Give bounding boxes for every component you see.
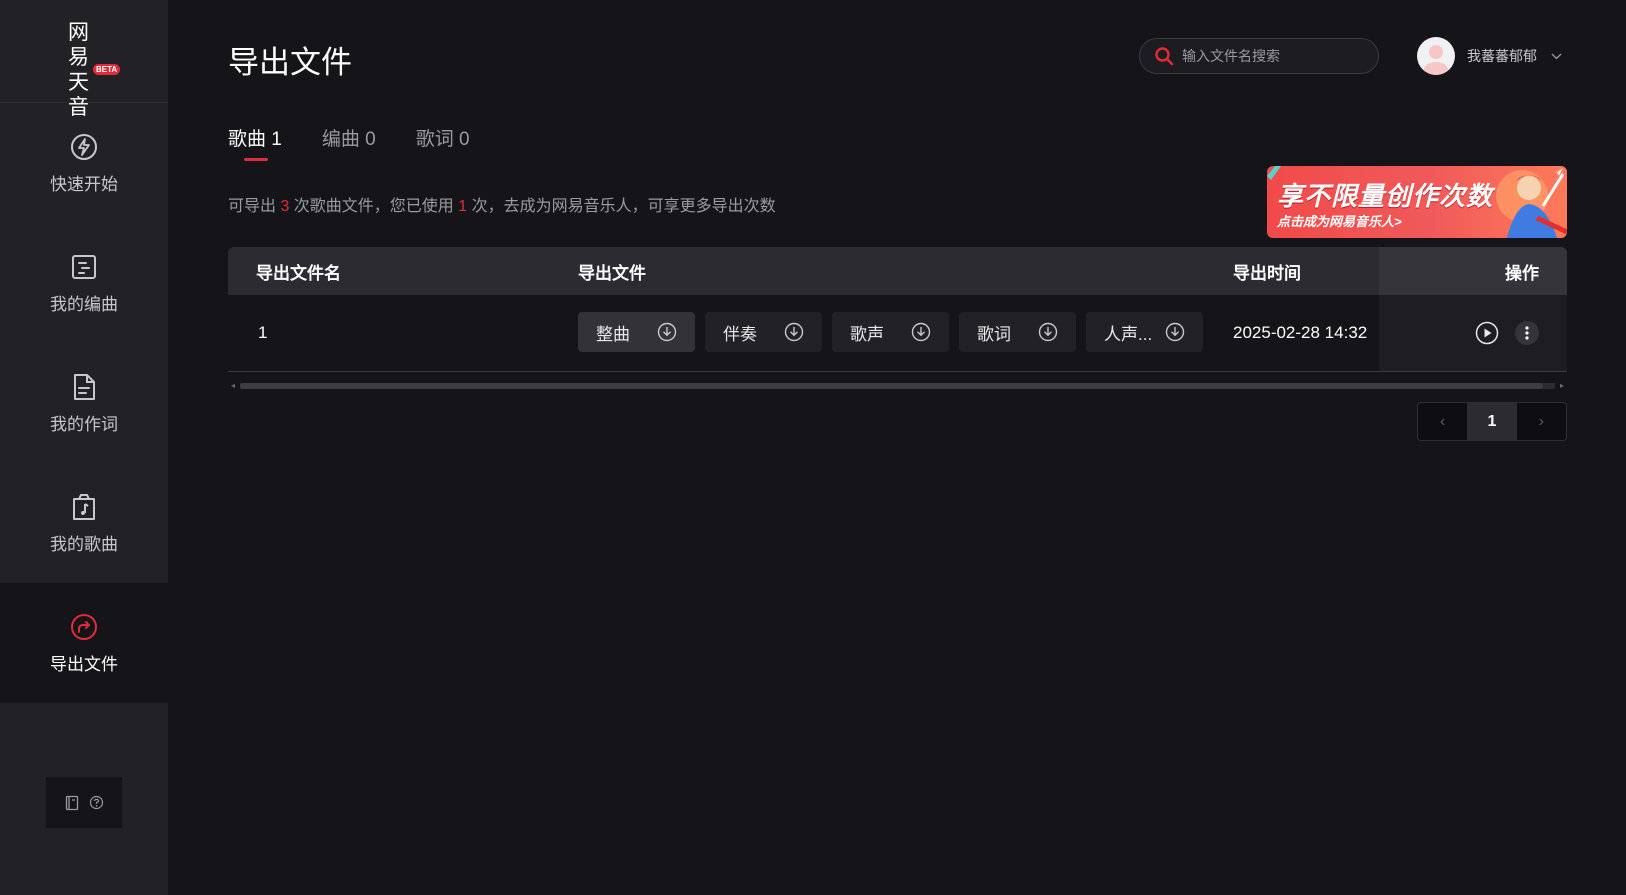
download-icon xyxy=(911,322,931,342)
download-vocals-button[interactable]: 歌声 xyxy=(832,312,949,352)
pagination: ‹ 1 › xyxy=(1417,402,1567,441)
user-menu[interactable]: 我蕃蕃郁郁 xyxy=(1417,37,1562,75)
info-text: 次，去成为网易音乐人，可享更多导出次数 xyxy=(467,198,776,215)
download-full-song-button[interactable]: 整曲 xyxy=(578,312,695,352)
sidebar-item-label: 我的作词 xyxy=(50,414,118,434)
chevron-down-icon xyxy=(1551,53,1562,59)
sidebar-item-my-songs[interactable]: 我的歌曲 xyxy=(0,463,168,583)
sidebar-item-label: 快速开始 xyxy=(50,174,118,194)
file-label: 人声... xyxy=(1104,324,1153,344)
tab-songs[interactable]: 歌曲 1 xyxy=(228,124,282,161)
sidebar: 网易天音 BETA 快速开始 我的编曲 我的作词 我的歌曲 导出文件 xyxy=(0,0,168,895)
banner-subtitle: 点击成为网易音乐人> xyxy=(1277,214,1402,229)
table-header: 导出文件名 导出文件 导出时间 操作 xyxy=(228,247,1567,295)
arrangement-icon xyxy=(72,254,96,279)
scrollbar-thumb[interactable] xyxy=(240,383,1543,389)
sidebar-item-export-files[interactable]: 导出文件 xyxy=(0,583,168,703)
help-icon[interactable] xyxy=(89,795,104,810)
app-logo[interactable]: 网易天音 BETA xyxy=(0,0,168,119)
tab-arrangements[interactable]: 编曲 0 xyxy=(322,124,376,161)
page-title: 导出文件 xyxy=(228,45,352,80)
download-voice-button[interactable]: 人声... xyxy=(1086,312,1203,352)
file-label: 伴奏 xyxy=(723,324,757,344)
download-accompaniment-button[interactable]: 伴奏 xyxy=(705,312,822,352)
sidebar-item-my-lyrics[interactable]: 我的作词 xyxy=(0,343,168,463)
next-page-button[interactable]: › xyxy=(1517,403,1566,440)
sidebar-item-label: 我的歌曲 xyxy=(50,534,118,554)
lightning-icon xyxy=(71,133,97,160)
download-icon xyxy=(1038,322,1058,342)
column-header-files: 导出文件 xyxy=(578,263,646,283)
beta-badge: BETA xyxy=(93,64,121,75)
download-icon xyxy=(784,322,804,342)
username: 我蕃蕃郁郁 xyxy=(1467,48,1537,64)
scroll-right-icon[interactable]: ▸ xyxy=(1557,380,1567,392)
tab-label: 编曲 xyxy=(321,129,360,150)
prev-page-button[interactable]: ‹ xyxy=(1418,403,1467,440)
scroll-left-icon[interactable]: ◂ xyxy=(228,380,238,392)
download-lyrics-button[interactable]: 歌词 xyxy=(959,312,1076,352)
info-text: 可导出 xyxy=(228,198,281,215)
table-horizontal-scrollbar[interactable]: ◂ ▸ xyxy=(228,380,1567,392)
tab-lyrics[interactable]: 歌词 0 xyxy=(416,124,470,161)
tab-label: 歌词 xyxy=(415,129,454,150)
export-quota-info: 可导出 3 次歌曲文件，您已使用 1 次，去成为网易音乐人，可享更多导出次数 xyxy=(228,192,776,216)
tab-count: 1 xyxy=(271,129,282,150)
file-label: 歌词 xyxy=(977,324,1011,344)
table-row: 1 整曲 伴奏 歌声 歌词 人声... 2025-02-28 14:32 xyxy=(228,295,1567,372)
sidebar-item-my-arrangements[interactable]: 我的编曲 xyxy=(0,223,168,343)
tab-count: 0 xyxy=(459,129,470,150)
search-box xyxy=(1139,38,1379,74)
tab-count: 0 xyxy=(365,129,376,150)
sidebar-item-quick-start[interactable]: 快速开始 xyxy=(0,103,168,223)
sidebar-footer-tools xyxy=(46,777,122,828)
sidebar-item-label: 我的编曲 xyxy=(50,294,118,314)
search-input[interactable] xyxy=(1182,48,1362,64)
file-label: 整曲 xyxy=(596,324,630,344)
column-header-name: 导出文件名 xyxy=(256,263,341,283)
export-table: 导出文件名 导出文件 导出时间 操作 1 整曲 伴奏 歌声 歌词 人声... 2… xyxy=(228,247,1567,372)
column-header-ops: 操作 xyxy=(1505,263,1539,283)
column-header-time: 导出时间 xyxy=(1233,263,1301,283)
play-icon[interactable] xyxy=(1475,321,1499,345)
download-icon xyxy=(1165,322,1185,342)
more-options-icon[interactable] xyxy=(1515,321,1539,345)
banner-title: 享不限量创作次数 xyxy=(1277,181,1494,211)
sidebar-item-label: 导出文件 xyxy=(50,654,118,674)
export-file-name: 1 xyxy=(258,323,268,342)
tab-bar: 歌曲 1 编曲 0 歌词 0 xyxy=(228,124,470,161)
page-number-current[interactable]: 1 xyxy=(1467,403,1517,440)
export-icon xyxy=(71,613,97,640)
music-note-icon xyxy=(73,493,95,520)
download-icon xyxy=(657,322,677,342)
info-text: 次歌曲文件，您已使用 xyxy=(289,198,459,215)
search-icon xyxy=(1155,47,1174,66)
tab-label: 歌曲 xyxy=(228,129,267,150)
promo-banner[interactable]: 享不限量创作次数 点击成为网易音乐人> xyxy=(1267,166,1567,238)
lyrics-doc-icon xyxy=(74,373,95,400)
file-label: 歌声 xyxy=(850,324,884,344)
avatar[interactable] xyxy=(1417,37,1455,75)
manual-book-icon[interactable] xyxy=(65,795,79,811)
export-used: 1 xyxy=(458,198,468,215)
export-time: 2025-02-28 14:32 xyxy=(1233,323,1368,342)
